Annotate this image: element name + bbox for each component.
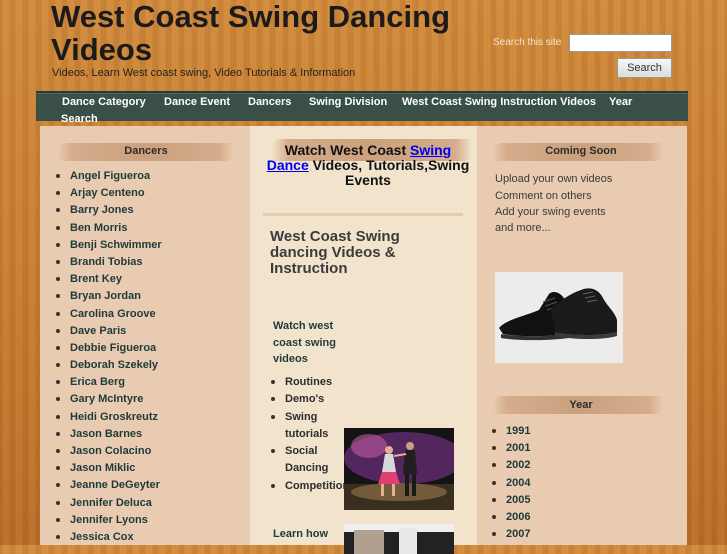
video-thumbnail[interactable] (344, 428, 454, 510)
list-item[interactable]: Carolina Groove (56, 306, 162, 323)
dance-shoe-icon (495, 272, 623, 363)
coming-soon-line: Upload your own videos (495, 173, 613, 185)
video-type-list: Routines Demo's Swing tutorials Social D… (271, 374, 349, 495)
list-item: Routines (271, 374, 345, 391)
list-item[interactable]: 2005 (491, 492, 530, 509)
main-heading: Watch West Coast Swing Dance Videos, Tut… (266, 142, 470, 188)
list-item[interactable]: Erica Berg (56, 374, 162, 391)
search-button[interactable]: Search (617, 58, 672, 78)
list-item[interactable]: Heidi Groskreutz (56, 409, 162, 426)
year-heading: Year (569, 399, 593, 411)
list-item[interactable]: Arjay Centeno (56, 185, 162, 202)
list-item[interactable]: Barry Jones (56, 202, 162, 219)
list-item[interactable]: Jason Miklic (56, 460, 162, 477)
list-item[interactable]: Gary McIntyre (56, 391, 162, 408)
list-item[interactable]: Deborah Szekely (56, 357, 162, 374)
list-item: Swing tutorials (271, 409, 345, 444)
main-nav: Dance Category Dance Event Dancers Swing… (36, 91, 688, 125)
nav-item-year[interactable]: Year (609, 96, 632, 108)
list-item[interactable]: 2006 (491, 509, 530, 526)
nav-item-dancers[interactable]: Dancers (248, 96, 291, 108)
dancers-photo-2 (344, 524, 454, 554)
nav-item-dance-category[interactable]: Dance Category (62, 96, 146, 108)
nav-item-swing-division[interactable]: Swing Division (309, 96, 387, 108)
coming-soon-line: and more... (495, 222, 551, 234)
site-tagline: Videos, Learn West coast swing, Video Tu… (52, 67, 356, 79)
coming-soon-heading: Coming Soon (545, 145, 617, 157)
list-item: Demo's (271, 391, 345, 408)
list-item[interactable]: Dave Paris (56, 323, 162, 340)
search-input[interactable] (569, 34, 672, 52)
list-item[interactable]: Jessica Cox (56, 529, 162, 546)
list-item[interactable]: 2007 (491, 526, 530, 543)
dancers-photo (344, 428, 454, 510)
search-label: Search this site (493, 37, 562, 48)
dancers-heading: Dancers (124, 145, 168, 157)
dancer-list: Angel Figueroa Arjay Centeno Barry Jones… (56, 168, 162, 546)
list-item[interactable]: 2002 (491, 457, 530, 474)
list-item: Social Dancing (271, 443, 345, 478)
nav-item-dance-event[interactable]: Dance Event (164, 96, 230, 108)
list-item[interactable]: Jason Colacino (56, 443, 162, 460)
video-thumbnail-2[interactable] (344, 524, 454, 554)
list-item[interactable]: 2001 (491, 440, 530, 457)
list-item[interactable]: Ben Morris (56, 220, 162, 237)
list-item[interactable]: Debbie Figueroa (56, 340, 162, 357)
list-item[interactable]: 1991 (491, 423, 530, 440)
list-item[interactable]: Brandi Tobias (56, 254, 162, 271)
list-item: Competition (271, 478, 349, 495)
divider (263, 213, 463, 216)
coming-soon-line: Comment on others (495, 190, 592, 202)
list-item[interactable]: 2004 (491, 475, 530, 492)
year-list: 1991 2001 2002 2004 2005 2006 2007 (491, 423, 530, 543)
page-title: West Coast Swing dancing Videos & Instru… (270, 228, 400, 277)
list-item[interactable]: Jason Barnes (56, 426, 162, 443)
site-title[interactable]: West Coast Swing Dancing Videos (51, 0, 491, 66)
nav-item-instruction-videos[interactable]: West Coast Swing Instruction Videos (402, 96, 596, 108)
learn-how-text: Learn how (273, 528, 329, 540)
list-item[interactable]: Angel Figueroa (56, 168, 162, 185)
nav-item-search[interactable]: Search (61, 113, 98, 125)
shoe-image (495, 272, 623, 363)
list-item[interactable]: Jennifer Deluca (56, 495, 162, 512)
list-item[interactable]: Bryan Jordan (56, 288, 162, 305)
sub-heading: Watch west coast swing videos (273, 320, 336, 365)
list-item[interactable]: Jennifer Lyons (56, 512, 162, 529)
list-item[interactable]: Jeanne DeGeyter (56, 477, 162, 494)
list-item[interactable]: Brent Key (56, 271, 162, 288)
coming-soon-line: Add your swing events (495, 206, 606, 218)
list-item[interactable]: Benji Schwimmer (56, 237, 162, 254)
